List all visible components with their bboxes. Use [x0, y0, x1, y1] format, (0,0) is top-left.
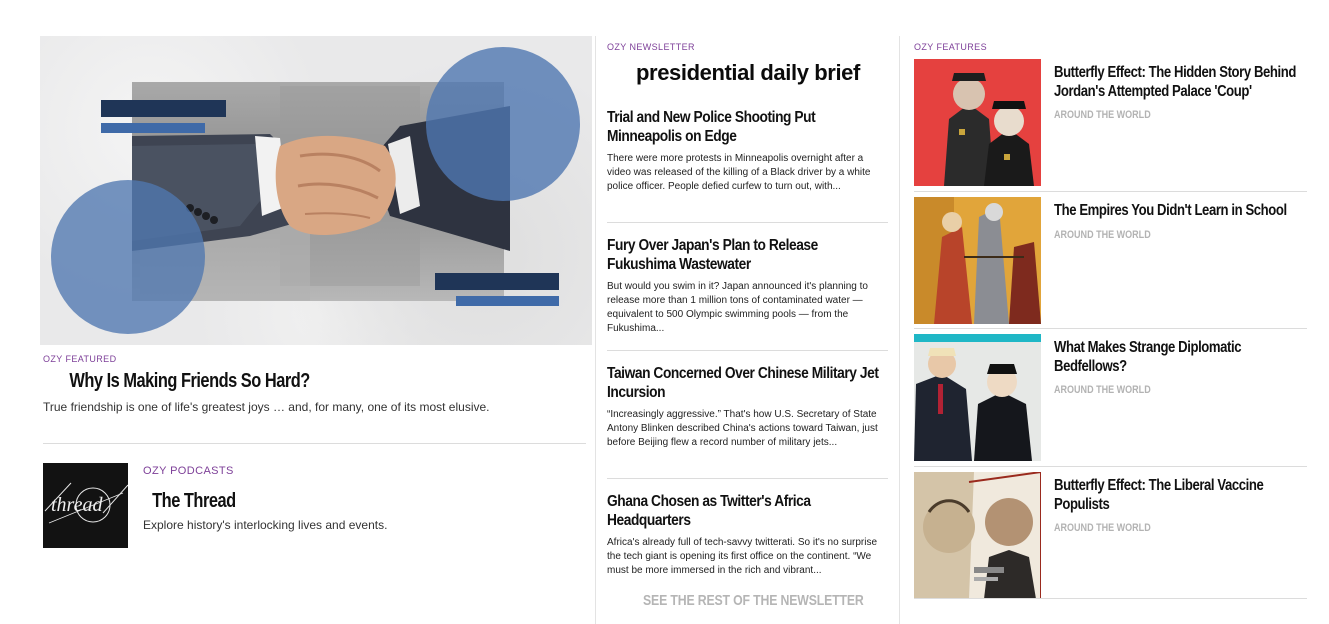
newsletter-item[interactable]: Ghana Chosen as Twitter's Africa Headqua…	[607, 492, 887, 578]
feature-title[interactable]: The Empires You Didn't Learn in School	[1054, 201, 1300, 220]
featured-kicker: OZY FEATURED	[43, 354, 117, 364]
podcast-kicker: OZY PODCASTS	[143, 465, 234, 477]
see-rest-of-newsletter-link[interactable]: SEE THE REST OF THE NEWSLETTER	[643, 592, 864, 609]
newsletter-item-title[interactable]: Taiwan Concerned Over Chinese Military J…	[607, 364, 882, 402]
features-kicker: OZY FEATURES	[914, 42, 987, 52]
feature-item[interactable]: Butterfly Effect: The Hidden Story Behin…	[914, 59, 1307, 186]
divider	[607, 350, 888, 351]
newsletter-logo-text: presidential daily brief	[636, 60, 860, 85]
divider	[607, 222, 888, 223]
podcast-thumbnail[interactable]: thread	[43, 463, 128, 548]
column-divider	[595, 36, 596, 624]
divider	[914, 191, 1307, 192]
newsletter-item[interactable]: Taiwan Concerned Over Chinese Military J…	[607, 364, 887, 450]
divider	[914, 598, 1307, 599]
divider	[914, 328, 1307, 329]
thread-logo-icon: thread	[44, 482, 128, 524]
newsletter-item-text: There were more protests in Minneapolis …	[607, 153, 871, 192]
feature-title[interactable]: What Makes Strange Diplomatic Bedfellows…	[1054, 338, 1300, 376]
podcast-description: Explore history's interlocking lives and…	[143, 518, 388, 532]
feature-thumbnail[interactable]	[914, 334, 1041, 461]
diplomatic-meeting-image	[914, 334, 1041, 461]
newsletter-item-title[interactable]: Ghana Chosen as Twitter's Africa Headqua…	[607, 492, 882, 530]
feature-thumbnail[interactable]	[914, 59, 1041, 186]
newsletter-item[interactable]: Fury Over Japan's Plan to Release Fukush…	[607, 236, 887, 336]
newsletter-kicker: OZY NEWSLETTER	[607, 42, 695, 52]
feature-section[interactable]: AROUND THE WORLD	[1054, 384, 1151, 396]
feature-section[interactable]: AROUND THE WORLD	[1054, 109, 1151, 121]
newsletter-item[interactable]: Trial and New Police Shooting Put Minnea…	[607, 108, 887, 194]
newsletter-item-title[interactable]: Trial and New Police Shooting Put Minnea…	[607, 108, 882, 146]
feature-section[interactable]: AROUND THE WORLD	[1054, 522, 1151, 534]
empires-art-image	[914, 197, 1041, 324]
newsletter-logo[interactable]: presidential daily brief	[636, 60, 860, 86]
divider	[607, 478, 888, 479]
jordan-royals-image	[914, 59, 1041, 186]
divider	[43, 443, 586, 444]
podcast-title[interactable]: The Thread	[152, 490, 236, 513]
handshake-illustration	[51, 47, 580, 334]
newsletter-item-text: But would you swim in it? Japan announce…	[607, 281, 868, 334]
column-divider	[899, 36, 900, 624]
feature-thumbnail[interactable]	[914, 197, 1041, 324]
feature-item[interactable]: The Empires You Didn't Learn in School A…	[914, 197, 1307, 324]
featured-title[interactable]: Why Is Making Friends So Hard?	[69, 370, 310, 393]
feature-item[interactable]: What Makes Strange Diplomatic Bedfellows…	[914, 334, 1307, 461]
feature-section[interactable]: AROUND THE WORLD	[1054, 229, 1151, 241]
newsletter-item-title[interactable]: Fury Over Japan's Plan to Release Fukush…	[607, 236, 882, 274]
feature-title[interactable]: Butterfly Effect: The Hidden Story Behin…	[1054, 63, 1300, 101]
featured-description: True friendship is one of life's greates…	[43, 400, 490, 414]
vaccine-populists-image	[914, 472, 1041, 599]
featured-image[interactable]	[40, 36, 592, 345]
feature-item[interactable]: Butterfly Effect: The Liberal Vaccine Po…	[914, 472, 1307, 599]
feature-title[interactable]: Butterfly Effect: The Liberal Vaccine Po…	[1054, 476, 1300, 514]
thread-logo-text: thread	[51, 494, 103, 516]
newsletter-item-text: “Increasingly aggressive.” That's how U.…	[607, 409, 878, 448]
feature-thumbnail[interactable]	[914, 472, 1041, 599]
divider	[914, 466, 1307, 467]
newsletter-item-text: Africa's already full of tech-savvy twit…	[607, 537, 878, 576]
